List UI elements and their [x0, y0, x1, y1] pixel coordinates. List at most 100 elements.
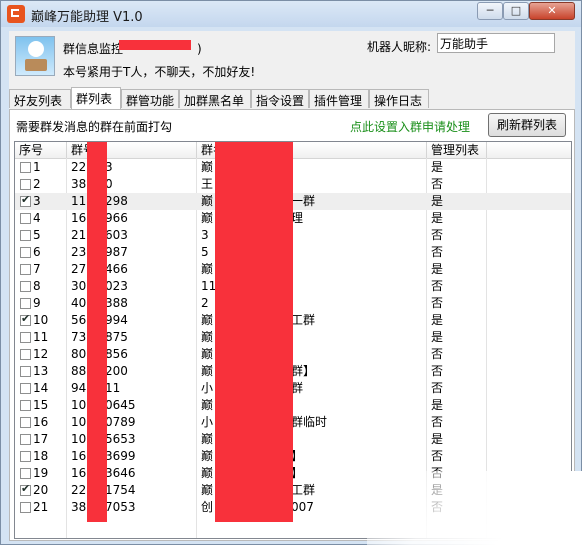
admin-status: 是	[431, 432, 444, 446]
row-index: 12	[33, 347, 49, 361]
row-checkbox[interactable]	[20, 230, 31, 241]
row-checkbox[interactable]	[20, 179, 31, 190]
row-checkbox[interactable]	[20, 482, 31, 496]
row-index: 5	[33, 228, 41, 242]
minimize-button[interactable]: ─	[477, 2, 503, 20]
join-request-settings-link[interactable]: 点此设置入群申请处理	[350, 118, 470, 135]
row-checkbox[interactable]	[20, 451, 31, 462]
tab-command-settings[interactable]: 指令设置	[251, 89, 309, 108]
group-id-suffix: 3	[105, 160, 113, 174]
group-name-suffix	[291, 261, 421, 278]
group-id-suffix: 0	[105, 177, 113, 191]
row-checkbox[interactable]	[20, 417, 31, 428]
row-checkbox[interactable]	[20, 264, 31, 275]
row-checkbox[interactable]	[20, 468, 31, 479]
group-id-suffix: 7053	[105, 500, 136, 514]
group-id-suffix: 1754	[105, 483, 136, 497]
column-header-index[interactable]: 序号	[15, 142, 67, 158]
group-name-suffix	[291, 227, 421, 244]
group-name-suffix: 】	[291, 449, 304, 463]
admin-status: 否	[431, 381, 444, 395]
admin-status: 否	[431, 364, 444, 378]
group-id-suffix: 3646	[105, 466, 136, 480]
group-info-suffix: )	[197, 42, 202, 56]
group-name-suffix	[291, 397, 421, 414]
redaction-mark	[87, 142, 107, 522]
group-name-suffix: 一群	[291, 194, 316, 208]
close-button[interactable]: ✕	[529, 2, 575, 20]
column-header-admin[interactable]: 管理列表	[427, 142, 487, 158]
admin-status: 否	[431, 347, 444, 361]
redaction-mark	[215, 142, 293, 522]
row-checkbox[interactable]	[20, 193, 31, 207]
tab-friend-list[interactable]: 好友列表	[9, 89, 71, 108]
row-checkbox[interactable]	[20, 162, 31, 173]
group-name-suffix	[291, 329, 421, 346]
tab-plugin-manager[interactable]: 插件管理	[309, 89, 369, 108]
refresh-group-list-button[interactable]: 刷新群列表	[488, 113, 566, 137]
group-id-suffix: 3699	[105, 449, 136, 463]
admin-status: 是	[431, 160, 444, 174]
group-id-suffix: 994	[105, 313, 128, 327]
row-checkbox[interactable]	[20, 332, 31, 343]
tab-group-list[interactable]: 群列表	[71, 87, 121, 109]
group-name-suffix	[291, 295, 421, 312]
title-bar[interactable]: 巅峰万能助理 V1.0 ─ □ ✕	[1, 1, 581, 27]
group-id-suffix: 856	[105, 347, 128, 361]
admin-status: 否	[431, 415, 444, 429]
row-index: 15	[33, 398, 49, 412]
nickname-input[interactable]	[437, 33, 555, 53]
maximize-button[interactable]: □	[503, 2, 529, 20]
row-checkbox[interactable]	[20, 298, 31, 309]
row-index: 8	[33, 279, 41, 293]
row-index: 11	[33, 330, 49, 344]
notice-text: 本号紧用于T人，不聊天，不加好友!	[63, 65, 256, 79]
admin-status: 否	[431, 245, 444, 259]
row-checkbox[interactable]	[20, 366, 31, 377]
tab-join-blacklist[interactable]: 加群黑名单	[179, 89, 251, 108]
row-index: 7	[33, 262, 41, 276]
group-name-suffix	[291, 278, 421, 295]
row-index: 20	[33, 483, 49, 497]
admin-status: 否	[431, 228, 444, 242]
row-index: 17	[33, 432, 49, 446]
row-checkbox[interactable]	[20, 247, 31, 258]
group-name-suffix	[291, 244, 421, 261]
group-name-suffix	[291, 159, 421, 176]
group-name-suffix: 群】	[291, 364, 316, 378]
group-id-suffix: 0789	[105, 415, 136, 429]
mass-message-hint: 需要群发消息的群在前面打勾	[16, 120, 173, 134]
tab-operation-log[interactable]: 操作日志	[369, 89, 429, 108]
row-index: 2	[33, 177, 41, 191]
group-id-suffix: 5653	[105, 432, 136, 446]
admin-status: 是	[431, 211, 444, 225]
group-info-label: 群信息监控	[63, 42, 124, 56]
row-checkbox[interactable]	[20, 400, 31, 411]
admin-status: 否	[431, 279, 444, 293]
row-checkbox[interactable]	[20, 434, 31, 445]
row-index: 21	[33, 500, 49, 514]
row-index: 4	[33, 211, 41, 225]
group-id-suffix: 11	[105, 381, 121, 395]
row-index: 3	[33, 194, 41, 208]
admin-status: 否	[431, 449, 444, 463]
row-index: 13	[33, 364, 49, 378]
group-id-suffix: 966	[105, 211, 128, 225]
group-id-suffix: 466	[105, 262, 128, 276]
row-index: 16	[33, 415, 49, 429]
tab-strip: 好友列表 群列表 群管功能 加群黑名单 指令设置 插件管理 操作日志	[9, 87, 575, 109]
row-checkbox[interactable]	[20, 383, 31, 394]
admin-status: 否	[431, 296, 444, 310]
row-index: 10	[33, 313, 49, 327]
row-checkbox[interactable]	[20, 281, 31, 292]
group-id-suffix: 603	[105, 228, 128, 242]
group-id-suffix: 298	[105, 194, 128, 208]
app-logo-icon	[7, 5, 25, 23]
row-checkbox[interactable]	[20, 502, 31, 513]
admin-status: 是	[431, 398, 444, 412]
tab-group-admin[interactable]: 群管功能	[121, 89, 179, 108]
row-checkbox[interactable]	[20, 213, 31, 224]
row-checkbox[interactable]	[20, 349, 31, 360]
row-checkbox[interactable]	[20, 312, 31, 326]
window-title: 巅峰万能助理 V1.0	[31, 10, 143, 25]
